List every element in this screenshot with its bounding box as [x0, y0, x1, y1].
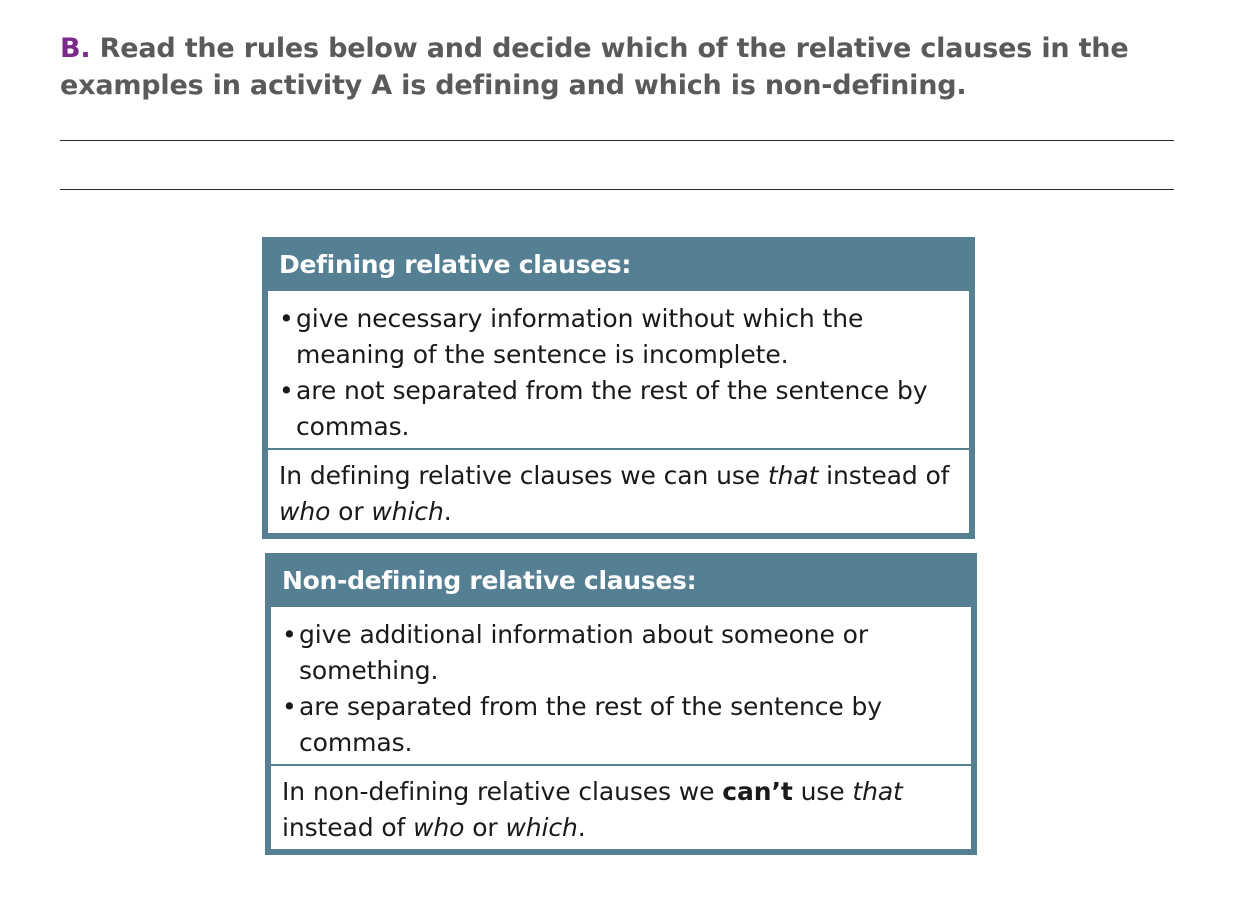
defining-rules-title: Defining relative clauses:	[279, 249, 632, 279]
bullet-icon: •	[279, 304, 294, 333]
bullet-icon: •	[282, 620, 297, 649]
bullet-item: • are separated from the rest of the sen…	[282, 689, 961, 761]
note-text: use	[792, 777, 853, 806]
note-keyword-cant: can’t	[722, 777, 793, 806]
defining-rules-note: In defining relative clauses we can use …	[268, 450, 969, 533]
note-text: In non-defining relative clauses we	[282, 777, 723, 806]
note-keyword-who: who	[279, 497, 331, 526]
note-keyword-which: which	[505, 813, 578, 842]
nondefining-rules-box: Non-defining relative clauses: • give ad…	[265, 553, 977, 855]
nondefining-rules-note: In non-defining relative clauses we can’…	[271, 766, 971, 849]
note-text: In defining relative clauses we can use	[279, 461, 768, 490]
activity-letter: B	[60, 33, 81, 64]
activity-letter-dot: .	[80, 33, 91, 64]
note-text: instead of	[282, 813, 414, 842]
activity-instruction: B. Read the rules below and decide which…	[60, 30, 1180, 104]
bullet-text: give additional information about someon…	[299, 620, 869, 685]
note-text: or	[330, 497, 372, 526]
nondefining-rules-title: Non-defining relative clauses:	[282, 565, 697, 595]
note-keyword-who: who	[413, 813, 465, 842]
activity-instruction-text: Read the rules below and decide which of…	[60, 33, 1129, 101]
bullet-icon: •	[282, 692, 297, 721]
defining-rules-box: Defining relative clauses: • give necess…	[262, 237, 975, 539]
answer-line-2[interactable]	[60, 189, 1174, 190]
note-keyword-that: that	[767, 461, 819, 490]
bullet-item: • give necessary information without whi…	[279, 301, 959, 373]
bullet-item: • are not separated from the rest of the…	[279, 373, 959, 445]
note-text: .	[443, 497, 452, 526]
bullet-icon: •	[279, 376, 294, 405]
bullet-text: are separated from the rest of the sente…	[299, 692, 882, 757]
note-text: instead of	[818, 461, 950, 490]
note-keyword-which: which	[371, 497, 444, 526]
nondefining-rules-bullets: • give additional information about some…	[271, 607, 971, 764]
bullet-text: are not separated from the rest of the s…	[296, 376, 928, 441]
note-text: .	[577, 813, 586, 842]
note-text: or	[464, 813, 506, 842]
note-keyword-that: that	[852, 777, 903, 806]
defining-rules-bullets: • give necessary information without whi…	[268, 291, 969, 448]
answer-line-1[interactable]	[60, 140, 1174, 141]
bullet-text: give necessary information without which…	[296, 304, 864, 369]
bullet-item: • give additional information about some…	[282, 617, 961, 689]
